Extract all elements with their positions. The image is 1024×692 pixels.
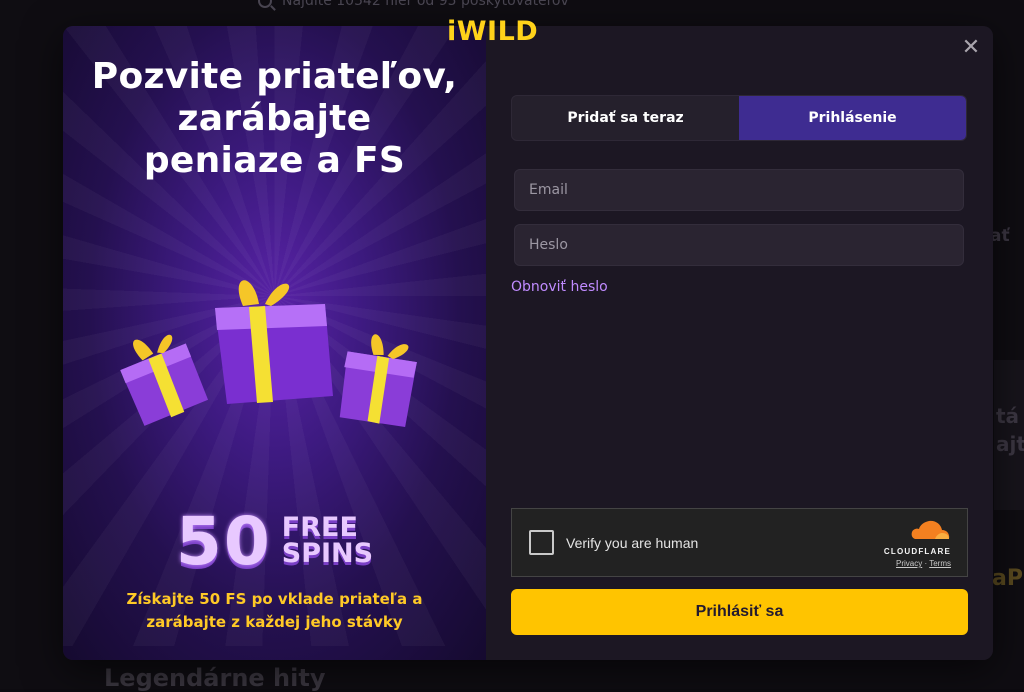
forgot-password-link[interactable]: Obnoviť heslo — [511, 279, 608, 295]
background-search-bar: Nájdite 10542 hier od 95 poskytovateľov — [258, 0, 569, 12]
promo-title-line: peniaze a FS — [143, 140, 406, 181]
auth-tabs: Pridať sa teraz Prihlásenie — [511, 95, 967, 141]
background-fragment: ajte — [996, 432, 1024, 456]
cloudflare-wordmark: CLOUDFLARE — [883, 547, 951, 556]
cloudflare-captcha: Verify you are human CLOUDFLARE Privacy … — [511, 508, 968, 577]
cloudflare-branding: CLOUDFLARE Privacy · Terms — [871, 519, 951, 568]
gift-box-left — [120, 334, 209, 426]
gift-box-center — [215, 280, 333, 404]
free-spins-word: FREE SPINS — [281, 514, 374, 569]
captcha-label: Verify you are human — [566, 534, 699, 551]
close-icon[interactable]: ✕ — [961, 37, 981, 59]
tab-login[interactable]: Prihlásenie — [739, 96, 966, 140]
promo-title-line: zarábajte — [177, 98, 372, 139]
privacy-link[interactable]: Privacy — [896, 559, 922, 568]
promo-title: Pozvite priateľov, zarábajte peniaze a F… — [83, 56, 466, 182]
gift-boxes-illustration — [120, 280, 417, 428]
promo-subtitle-line: zarábajte z každej jeho stávky — [146, 613, 403, 631]
cloudflare-cloud-icon — [911, 520, 950, 539]
free-spins-badge: 50 FREE SPINS — [63, 503, 486, 580]
gift-box-right — [339, 334, 417, 428]
tab-register[interactable]: Pridať sa teraz — [512, 96, 739, 140]
background-search-text: Nájdite 10542 hier od 95 poskytovateľov — [282, 0, 569, 9]
captcha-checkbox[interactable] — [529, 530, 554, 555]
background-fragment: aPo — [992, 566, 1024, 591]
referral-promo-panel: Pozvite priateľov, zarábajte peniaze a F… — [63, 26, 486, 660]
free-spins-number: 50 — [175, 502, 272, 580]
free-spins-word-line: SPINS — [281, 538, 374, 569]
cloudflare-links: Privacy · Terms — [871, 559, 951, 568]
link-separator: · — [924, 559, 928, 568]
login-submit-button[interactable]: Prihlásiť sa — [511, 589, 968, 635]
background-fragment: tá — [996, 404, 1020, 428]
promo-subtitle: Získajte 50 FS po vklade priateľa a zará… — [103, 588, 446, 634]
background-section-heading: Legendárne hity — [104, 664, 326, 692]
email-input[interactable] — [529, 182, 949, 198]
iwild-logo: iWILD — [447, 16, 539, 47]
password-input[interactable] — [529, 237, 949, 253]
promo-subtitle-line: Získajte 50 FS po vklade priateľa a — [126, 590, 423, 608]
promo-title-line: Pozvite priateľov, — [91, 56, 458, 97]
email-field[interactable] — [514, 169, 964, 211]
password-field[interactable] — [514, 224, 964, 266]
terms-link[interactable]: Terms — [929, 559, 951, 568]
search-icon — [258, 0, 272, 8]
